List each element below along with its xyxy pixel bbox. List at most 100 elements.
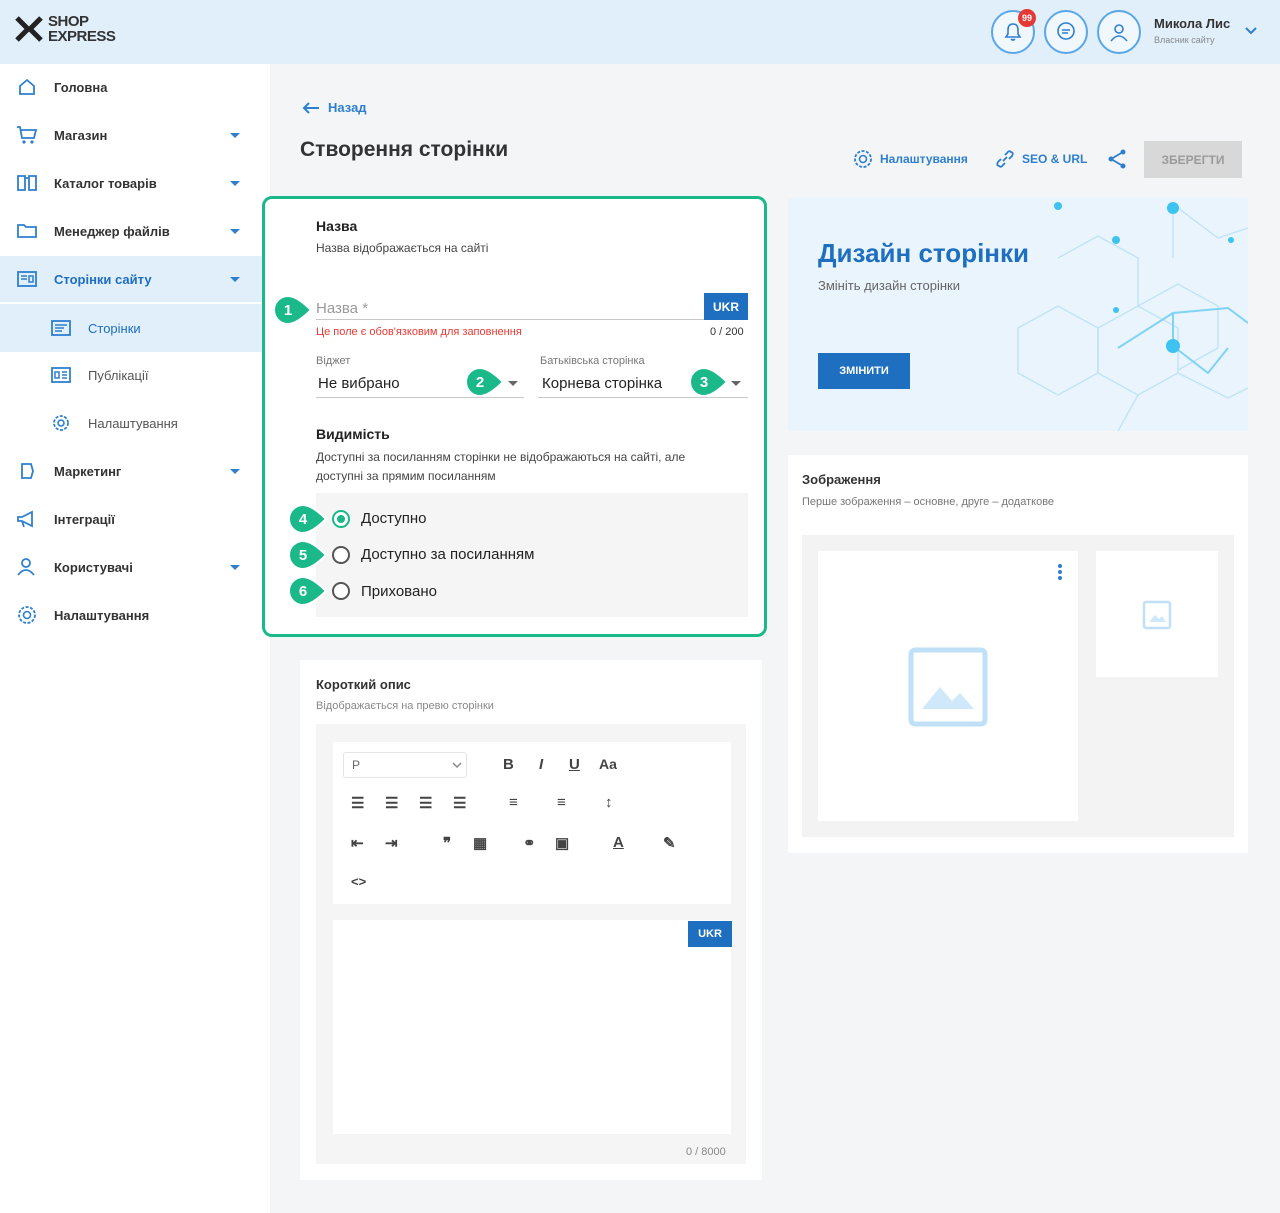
align-center-icon[interactable]: ☰ — [385, 794, 398, 812]
language-button[interactable]: UKR — [704, 293, 748, 320]
sidebar-item-catalog[interactable]: Каталог товарів — [0, 160, 270, 206]
seo-url-button[interactable]: SEO & URL — [994, 148, 1087, 170]
radio-label-hidden[interactable]: Приховано — [361, 583, 437, 600]
publications-icon — [50, 364, 72, 386]
gear-icon — [16, 604, 38, 626]
save-button[interactable]: ЗБЕРЕГТИ — [1144, 141, 1242, 178]
sidebar-item-pages[interactable]: Сторінки — [0, 304, 270, 352]
align-right-icon[interactable]: ☰ — [419, 794, 432, 812]
text-color-icon[interactable]: A — [613, 834, 624, 851]
outdent-icon[interactable]: ⇤ — [351, 834, 364, 852]
widget-select[interactable]: Не вибрано — [318, 375, 400, 392]
radio-hidden[interactable] — [332, 582, 350, 600]
underline-button[interactable]: U — [569, 756, 580, 773]
bell-icon — [1004, 23, 1022, 41]
secondary-image-slot[interactable] — [1096, 551, 1218, 677]
design-banner: Дизайн сторінки Змініть дизайн сторінки … — [788, 198, 1248, 431]
callout-marker: 1 — [273, 295, 313, 325]
settings-button[interactable]: Налаштування — [852, 148, 968, 170]
sidebar-item-users[interactable]: Користувачі — [0, 544, 270, 590]
sidebar-label: Налаштування — [54, 607, 150, 623]
caret-down-icon[interactable] — [230, 565, 240, 570]
sidebar-item-shop[interactable]: Магазин — [0, 112, 270, 158]
change-design-button[interactable]: ЗМІНИТИ — [818, 353, 910, 389]
caret-down-icon[interactable] — [230, 469, 240, 474]
sidebar-label: Налаштування — [88, 415, 178, 431]
sidebar-label: Сторінки сайту — [54, 271, 152, 287]
sidebar-item-home[interactable]: Головна — [0, 64, 270, 110]
radio-by-link[interactable] — [332, 546, 350, 564]
back-link[interactable]: Назад — [302, 100, 367, 115]
numbered-list-icon[interactable]: ≡ — [557, 794, 566, 811]
image-icon[interactable]: ▣ — [555, 834, 569, 852]
caret-down-icon[interactable] — [731, 381, 741, 386]
main-image-slot[interactable] — [818, 551, 1078, 821]
chat-button[interactable] — [1044, 10, 1088, 54]
name-input[interactable]: Назва * — [316, 300, 368, 317]
quote-icon[interactable]: ❞ — [443, 834, 451, 852]
radio-label-available[interactable]: Доступно — [361, 510, 426, 527]
caret-down-icon[interactable] — [230, 277, 240, 282]
caret-down-icon[interactable] — [508, 381, 518, 386]
caret-down-icon[interactable] — [230, 229, 240, 234]
image-placeholder-icon — [908, 647, 988, 727]
radio-available[interactable] — [332, 510, 350, 528]
sidebar-label: Магазин — [54, 127, 108, 143]
sidebar-label: Сторінки — [88, 320, 141, 336]
bullet-list-icon[interactable]: ≡ — [509, 794, 518, 811]
align-left-icon[interactable]: ☰ — [351, 794, 364, 812]
bold-button[interactable]: B — [503, 756, 514, 773]
chat-icon — [1057, 22, 1075, 40]
line-height-icon[interactable]: ↕ — [605, 794, 613, 811]
caret-down-icon[interactable] — [230, 181, 240, 186]
sidebar-item-site-pages[interactable]: Сторінки сайту — [0, 256, 270, 302]
parent-page-select[interactable]: Корнева сторінка — [542, 375, 662, 392]
share-icon[interactable] — [1106, 148, 1128, 170]
table-icon[interactable]: ▦ — [473, 834, 487, 852]
more-vertical-icon[interactable] — [1057, 563, 1063, 581]
editor-language-button[interactable]: UKR — [688, 921, 732, 947]
images-desc: Перше зображення – основне, друге – дода… — [802, 496, 1055, 508]
sidebar-item-pages-settings[interactable]: Налаштування — [0, 400, 270, 446]
marketing-icon — [16, 460, 38, 482]
short-desc-textarea[interactable] — [333, 920, 731, 1134]
sidebar-label: Головна — [54, 79, 108, 95]
sidebar-label: Маркетинг — [54, 463, 122, 479]
sidebar-label: Користувачі — [54, 559, 133, 575]
paragraph-select[interactable]: P — [343, 752, 467, 778]
font-size-button[interactable]: Aa — [599, 756, 617, 772]
link-icon[interactable]: ⚭ — [523, 834, 536, 852]
code-view-icon[interactable]: <> — [351, 874, 366, 889]
profile-button[interactable] — [1097, 10, 1141, 54]
link-icon — [996, 150, 1014, 168]
highlight-icon[interactable]: ✎ — [663, 834, 676, 852]
gear-icon — [50, 412, 72, 434]
widget-underline — [316, 397, 524, 398]
catalog-icon — [16, 172, 38, 194]
sidebar-item-integrations[interactable]: Інтеграції — [0, 496, 270, 542]
italic-button[interactable]: I — [539, 756, 543, 773]
editor-toolbar: P B I U Aa ☰ ☰ ☰ ☰ ≡ ≡ ↕ ⇤ ⇥ ❞ ▦ ⚭ ▣ A ✎… — [333, 742, 731, 904]
visibility-title: Видимість — [316, 426, 390, 442]
sidebar-item-publications[interactable]: Публікації — [0, 352, 270, 398]
callout-marker: 5 — [288, 540, 328, 570]
indent-icon[interactable]: ⇥ — [385, 834, 398, 852]
sidebar-item-settings[interactable]: Налаштування — [0, 592, 270, 638]
notifications-button[interactable]: 99 — [991, 9, 1036, 54]
name-input-underline — [316, 319, 748, 320]
sidebar-item-marketing[interactable]: Маркетинг — [0, 448, 270, 494]
sidebar-item-file-manager[interactable]: Менеджер файлів — [0, 208, 270, 254]
gear-icon — [854, 150, 872, 168]
settings-label: Налаштування — [880, 152, 968, 166]
caret-down-icon[interactable] — [230, 133, 240, 138]
align-justify-icon[interactable]: ☰ — [453, 794, 466, 812]
parent-page-underline — [538, 397, 748, 398]
logo[interactable]: SHOP EXPRESS — [14, 14, 116, 44]
user-name[interactable]: Микола Лис — [1154, 16, 1230, 31]
chevron-down-icon[interactable] — [1244, 24, 1258, 38]
paragraph-select-value: P — [352, 758, 361, 772]
logo-icon — [15, 16, 43, 42]
name-section-desc: Назва відображається на сайті — [316, 241, 489, 255]
name-counter: 0 / 200 — [710, 326, 744, 338]
radio-label-by-link[interactable]: Доступно за посиланням — [361, 546, 534, 563]
